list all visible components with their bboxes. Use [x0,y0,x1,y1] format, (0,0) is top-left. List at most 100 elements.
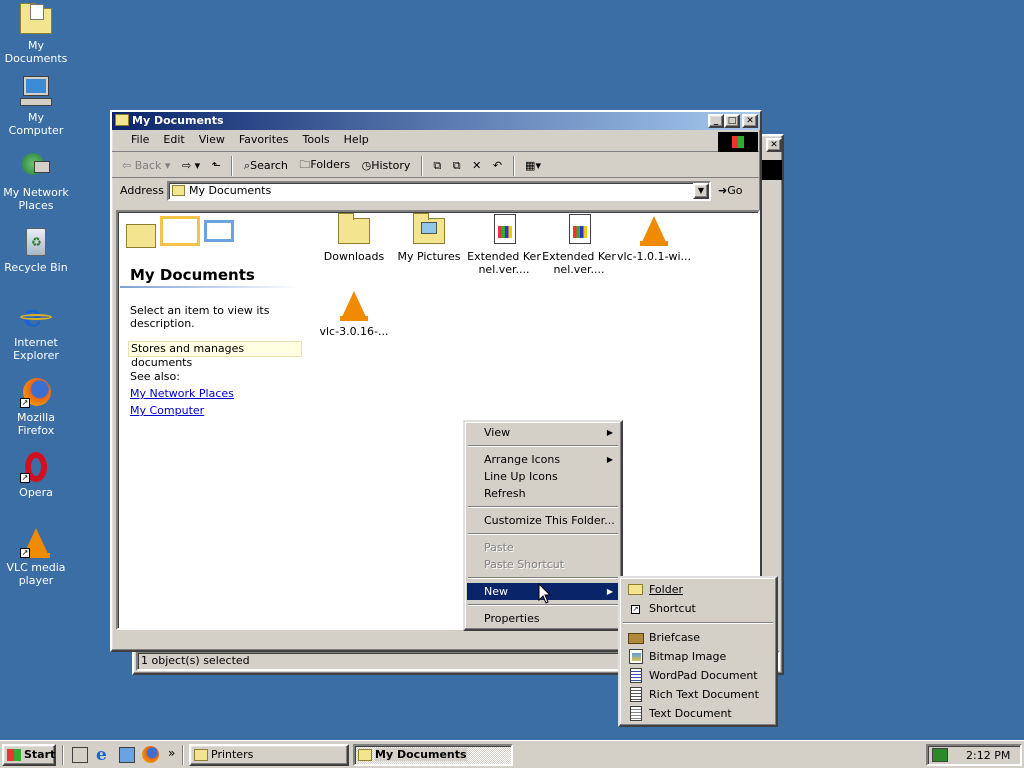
sidebar-divider [120,286,302,288]
file-name: vlc-3.0.16-... [319,325,389,338]
delete-button[interactable]: ✕ [468,157,485,174]
views-icon: ▦ [525,159,536,172]
printers-folder-icon [194,749,208,761]
briefcase-icon [628,630,644,644]
start-button[interactable]: Start [2,744,56,766]
document-icon [563,214,595,246]
windows-logo-icon [718,132,758,152]
desktop-icon-vlc[interactable]: ↗ VLC media player [0,526,72,587]
internet-explorer-icon[interactable]: e [96,745,107,765]
sidebar-prompt: Select an item to view its description. [130,304,270,330]
menu-item-label: Properties [484,612,540,625]
copy-to-button[interactable]: ⧉ [449,157,465,175]
menu-item-line-up-icons[interactable]: Line Up Icons [467,468,619,485]
desktop-icon-my-computer[interactable]: My Computer [0,76,72,137]
copy-to-icon: ⧉ [452,158,461,172]
title-bar[interactable]: My Documents _ □ ✕ [112,112,760,130]
menu-view[interactable]: View [192,130,232,149]
desktop-icon-internet-explorer[interactable]: e Internet Explorer [0,301,72,363]
file-item-extended-kernel-1[interactable]: Extended Kernel.ver.... [466,214,542,276]
menu-favorites[interactable]: Favorites [232,130,296,149]
move-to-icon: ⧉ [433,158,442,172]
maximize-button[interactable]: □ [724,114,740,128]
desktop-icon-network-places[interactable]: My Network Places [0,151,72,212]
explorer-window[interactable]: My Documents _ □ ✕ File Edit View Favorites… [110,110,762,652]
content-pane[interactable]: My Documents Select an item to view its … [116,210,760,630]
window-title: My Documents [132,114,224,127]
folders-icon: 🗀 [299,158,311,171]
vlc-icon [338,289,370,321]
menu-item-properties[interactable]: Properties [467,610,619,627]
close-button[interactable]: ✕ [742,114,758,128]
file-item-extended-kernel-2[interactable]: Extended Kernel.ver.... [541,214,617,276]
menu-item-paste[interactable]: Paste [467,539,619,556]
back-button[interactable]: ⇦ Back ▾ [118,157,174,174]
desktop-icon-my-documents[interactable]: My Documents [0,3,72,65]
folder-icon [338,213,370,246]
forward-button[interactable]: ⇨ ▾ [178,157,204,174]
link-my-computer[interactable]: My Computer [130,404,204,417]
up-folder-icon: ⬑ [211,159,221,172]
address-bar: Address My Documents ▼ ➜Go [112,178,760,203]
menu-item-customize-folder[interactable]: Customize This Folder... [467,512,619,529]
file-item-downloads[interactable]: Downloads [316,213,392,263]
move-to-button[interactable]: ⧉ [429,157,445,175]
minimize-button[interactable]: _ [708,114,724,128]
folders-label: Folders [310,158,351,171]
new-item-briefcase[interactable]: Briefcase [622,628,774,647]
folders-button[interactable]: 🗀Folders [295,154,354,177]
up-folder-button[interactable]: ⬑ [208,157,225,174]
opera-icon: ↗ [20,451,52,483]
link-my-network-places[interactable]: My Network Places [130,387,234,400]
menu-file[interactable]: File [124,130,156,149]
desktop-icon-label: My Computer [8,111,64,137]
desktop-icon-label: Mozilla Firefox [17,411,55,437]
views-button[interactable]: ▦▾ [521,157,545,174]
file-item-vlc-1[interactable]: vlc-1.0.1-wi... [616,214,692,263]
submenu-arrow-icon: ▶ [606,428,613,437]
menu-edit[interactable]: Edit [156,130,191,149]
menu-item-paste-shortcut[interactable]: Paste Shortcut [467,556,619,573]
desktop-icon-label: My Network Places [3,186,69,212]
menu-item-label: Paste [484,541,514,554]
start-label: Start [24,748,56,761]
clock[interactable]: 2:12 PM [966,749,1010,762]
new-item-folder[interactable]: Folder [622,580,774,599]
desktop-icon-opera[interactable]: ↗ Opera [0,451,72,499]
file-item-vlc-2[interactable]: vlc-3.0.16-... [316,289,392,338]
desktop-icon-label: Recycle Bin [4,261,68,274]
task-label: Printers [211,748,254,761]
new-item-shortcut[interactable]: ↗ Shortcut [622,599,774,618]
taskbar-button-printers[interactable]: Printers [189,744,349,766]
menu-item-arrange-icons[interactable]: Arrange Icons ▶ [467,451,619,468]
menu-item-view[interactable]: View ▶ [467,424,619,441]
chevron-right-icon[interactable]: » [168,746,175,760]
file-item-my-pictures[interactable]: My Pictures [391,213,467,263]
firefox-icon[interactable] [142,746,159,763]
menu-item-refresh[interactable]: Refresh [467,485,619,502]
desktop-icon-label: Internet Explorer [13,336,59,362]
background-close-icon[interactable]: ✕ [766,138,782,152]
new-item-rich-text[interactable]: Rich Text Document [622,685,774,704]
menu-tools[interactable]: Tools [296,130,337,149]
desktop-icon-firefox[interactable]: ↗ Mozilla Firefox [0,376,72,437]
search-button[interactable]: ⌕Search [240,157,292,175]
desktop-icon-recycle-bin[interactable]: ♻ Recycle Bin [0,226,72,274]
address-input[interactable]: My Documents ▼ [167,181,711,201]
menu-separator [468,577,618,579]
menu-help[interactable]: Help [337,130,376,149]
go-button[interactable]: ➜Go [718,184,742,197]
show-desktop-icon[interactable] [72,747,88,763]
undo-button[interactable]: ↶ [489,157,506,174]
history-button[interactable]: ◷History [358,157,415,174]
new-item-wordpad[interactable]: WordPad Document [622,666,774,685]
new-item-bitmap[interactable]: Bitmap Image [622,647,774,666]
taskbar-button-my-documents[interactable]: My Documents [353,744,513,766]
status-text: 1 object(s) selected [141,654,250,667]
chevron-down-icon[interactable]: ▼ [693,183,709,199]
new-item-text-document[interactable]: Text Document [622,704,774,723]
menu-item-label: Refresh [484,487,526,500]
outlook-express-icon[interactable] [119,747,135,763]
network-tray-icon[interactable] [932,748,948,762]
windows-flag-icon [7,749,21,761]
